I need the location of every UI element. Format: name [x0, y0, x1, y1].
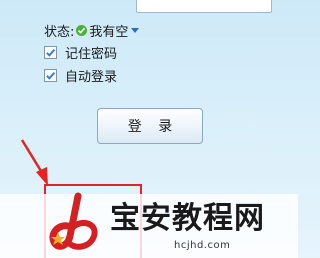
checkmark-icon: [46, 48, 56, 57]
status-online-icon: [76, 24, 88, 36]
remember-password-checkbox[interactable]: [44, 45, 57, 59]
status-row: 状态: 我有空: [44, 21, 140, 40]
status-value: 我有空: [89, 24, 129, 40]
watermark-logo-icon: [49, 192, 98, 250]
watermark-url: hcjhd.com: [174, 240, 231, 251]
login-button[interactable]: 登 录: [97, 108, 203, 144]
watermark-title: 宝安教程网: [110, 201, 265, 236]
status-dropdown-icon: [131, 27, 140, 33]
auto-login-label: 自动登录: [65, 69, 118, 85]
auto-login-checkbox[interactable]: [44, 68, 57, 82]
status-label: 状态:: [44, 24, 75, 40]
auto-login-row: 自动登录: [44, 66, 118, 85]
password-field[interactable]: [136, 0, 272, 13]
remember-password-label: 记住密码: [65, 46, 118, 62]
status-selector[interactable]: 我有空: [74, 21, 140, 40]
checkmark-icon: [46, 71, 56, 80]
remember-password-row: 记住密码: [44, 43, 118, 62]
